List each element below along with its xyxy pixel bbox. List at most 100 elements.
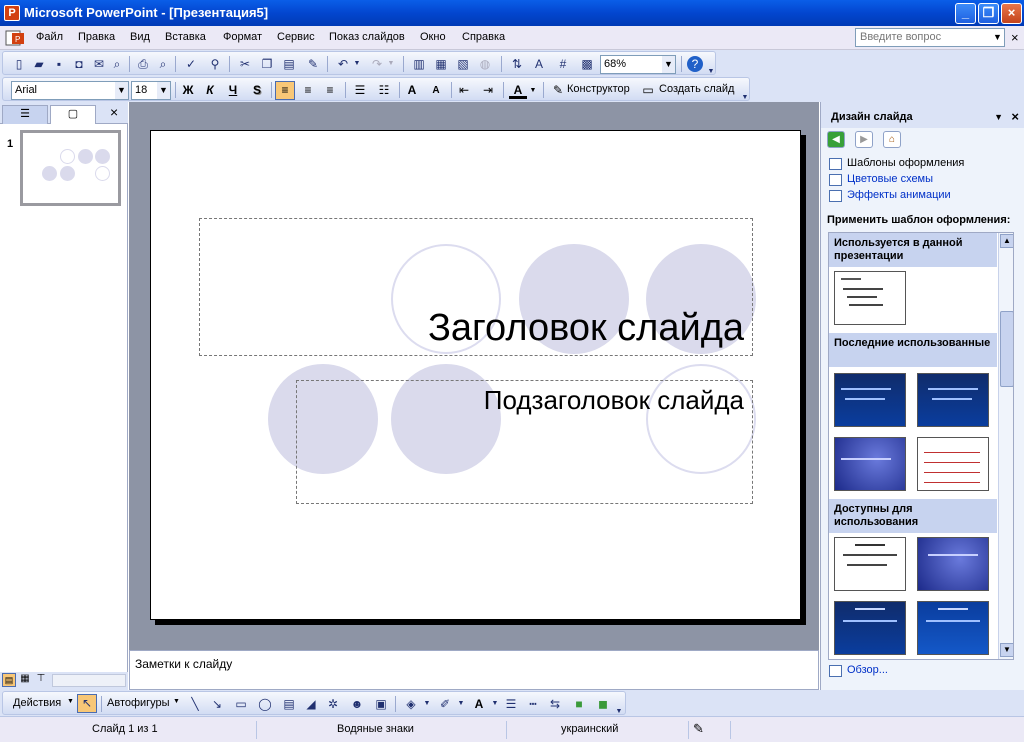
arrow-icon[interactable]: ↘	[209, 696, 225, 712]
spelling-status-icon[interactable]: ✎	[688, 721, 728, 739]
menu-tools[interactable]: Сервис	[277, 31, 315, 43]
tables-borders-icon[interactable]: ▧	[455, 56, 471, 72]
shadow-button[interactable]: S	[248, 82, 266, 99]
new-slide-button[interactable]: Создать слайд	[659, 83, 734, 95]
maximize-button[interactable]: ❐	[978, 3, 999, 24]
template-thumb[interactable]	[834, 373, 906, 427]
chevron-down-icon[interactable]: ▼	[67, 698, 74, 705]
link-animation-schemes[interactable]: Эффекты анимации	[847, 189, 951, 201]
template-thumb[interactable]	[917, 437, 989, 491]
email-icon[interactable]: ✉	[91, 56, 107, 72]
chevron-down-icon[interactable]: ▼	[457, 696, 465, 712]
close-document-button[interactable]: ×	[1011, 30, 1019, 45]
paste-icon[interactable]: ▤	[281, 56, 297, 72]
select-pointer-icon[interactable]: ↖	[77, 694, 97, 713]
line-color-icon[interactable]: ✐	[437, 696, 453, 712]
browse-link[interactable]: Обзор...	[847, 664, 888, 676]
italic-button[interactable]: К	[201, 82, 219, 99]
clipart-icon[interactable]: ☻	[349, 696, 365, 712]
template-thumb[interactable]	[834, 537, 906, 591]
bold-button[interactable]: Ж	[179, 82, 197, 99]
chevron-down-icon[interactable]: ▼	[157, 82, 170, 99]
fill-color-icon[interactable]: ◈	[403, 696, 419, 712]
chevron-down-icon[interactable]: ▼	[173, 698, 180, 705]
design-icon[interactable]: ✎	[549, 82, 567, 99]
color-grayscale-icon[interactable]: ▩	[579, 56, 595, 72]
menu-edit[interactable]: Правка	[78, 31, 115, 43]
normal-view-icon[interactable]: ▤	[2, 673, 16, 687]
close-pane-button[interactable]: ×	[110, 104, 118, 120]
oval-icon[interactable]: ◯	[257, 696, 273, 712]
print-icon[interactable]: ⎙	[135, 56, 151, 72]
chevron-down-icon[interactable]: ▼	[491, 696, 499, 712]
document-icon[interactable]: P	[4, 29, 26, 47]
template-thumb[interactable]	[917, 373, 989, 427]
template-thumb[interactable]	[834, 601, 906, 655]
font-color-icon[interactable]: A	[509, 82, 527, 99]
menu-file[interactable]: Файл	[36, 31, 63, 43]
scroll-down-icon[interactable]: ▼	[1000, 643, 1013, 657]
slideshow-icon[interactable]: ⊤	[34, 673, 48, 687]
underline-button[interactable]: Ч	[224, 82, 242, 99]
link-design-templates[interactable]: Шаблоны оформления	[847, 157, 964, 169]
bullets-icon[interactable]: ☷	[375, 82, 393, 99]
show-formatting-icon[interactable]: A	[531, 56, 547, 72]
new-document-icon[interactable]: ▯	[11, 56, 27, 72]
zoom-select[interactable]: 68% ▼	[600, 55, 676, 74]
spelling-icon[interactable]: ✓	[183, 56, 199, 72]
research-icon[interactable]: ⚲	[207, 56, 223, 72]
line-icon[interactable]: ╲	[187, 696, 203, 712]
chevron-down-icon[interactable]: ▼	[353, 56, 361, 72]
scroll-up-icon[interactable]: ▲	[1000, 234, 1013, 248]
align-left-button[interactable]: ≡	[275, 81, 295, 100]
help-icon[interactable]: ?	[687, 56, 703, 72]
scroll-thumb[interactable]	[1000, 311, 1013, 387]
menu-insert[interactable]: Вставка	[165, 31, 206, 43]
align-center-button[interactable]: ≡	[299, 82, 317, 99]
undo-icon[interactable]: ↶	[335, 56, 351, 72]
slide-thumbnail[interactable]	[20, 130, 121, 206]
slide-subtitle[interactable]: Подзаголовок слайда	[484, 385, 744, 416]
numbering-icon[interactable]: ☰	[351, 82, 369, 99]
search-file-icon[interactable]: ⌕	[109, 56, 125, 72]
slide-sorter-icon[interactable]: ▦	[18, 673, 32, 687]
chevron-down-icon[interactable]: ▼	[115, 82, 128, 99]
chevron-down-icon[interactable]: ▼	[529, 82, 537, 99]
actions-menu[interactable]: Действия	[13, 697, 61, 709]
template-thumb[interactable]	[834, 437, 906, 491]
picture-icon[interactable]: ▣	[373, 696, 389, 712]
slide-canvas[interactable]: Заголовок слайда Подзаголовок слайда	[150, 130, 801, 620]
3d-style-icon[interactable]: ◼	[595, 696, 611, 712]
open-folder-icon[interactable]: ▰	[31, 56, 47, 72]
close-button[interactable]: ×	[1001, 3, 1022, 24]
menu-view[interactable]: Вид	[130, 31, 150, 43]
shadow-style-icon[interactable]: ■	[571, 696, 587, 712]
powerpoint-app-icon[interactable]: P	[4, 5, 20, 21]
forward-icon[interactable]: ▶	[855, 131, 873, 148]
template-thumb[interactable]	[834, 271, 906, 325]
link-color-schemes[interactable]: Цветовые схемы	[847, 173, 933, 185]
font-select[interactable]: Arial ▼	[11, 81, 129, 100]
new-slide-icon[interactable]: ▭	[639, 82, 657, 99]
increase-indent-icon[interactable]: ⇥	[479, 82, 497, 99]
chevron-down-icon[interactable]: ▼	[423, 696, 431, 712]
menu-window[interactable]: Окно	[420, 31, 446, 43]
format-painter-icon[interactable]: ✎	[305, 56, 321, 72]
template-thumb[interactable]	[917, 537, 989, 591]
menu-format[interactable]: Формат	[223, 31, 262, 43]
close-icon[interactable]: ×	[1011, 102, 1019, 132]
arrow-style-icon[interactable]: ⇆	[547, 696, 563, 712]
redo-icon[interactable]: ↷	[369, 56, 385, 72]
gallery-scrollbar[interactable]: ▲ ▼	[998, 233, 1013, 659]
hyperlink-icon[interactable]: ◍	[477, 56, 493, 72]
horizontal-scrollbar[interactable]	[52, 674, 126, 687]
chart-icon[interactable]: ▥	[411, 56, 427, 72]
expand-all-icon[interactable]: ⇅	[509, 56, 525, 72]
autoshapes-menu[interactable]: Автофигуры	[107, 697, 170, 709]
font-color-icon[interactable]: A	[471, 696, 487, 712]
permission-icon[interactable]: ◘	[71, 56, 87, 72]
dash-style-icon[interactable]: ┅	[525, 696, 541, 712]
save-icon[interactable]: ▪	[51, 56, 67, 72]
designer-button[interactable]: Конструктор	[567, 83, 630, 95]
chevron-down-icon[interactable]: ▼	[662, 56, 675, 73]
